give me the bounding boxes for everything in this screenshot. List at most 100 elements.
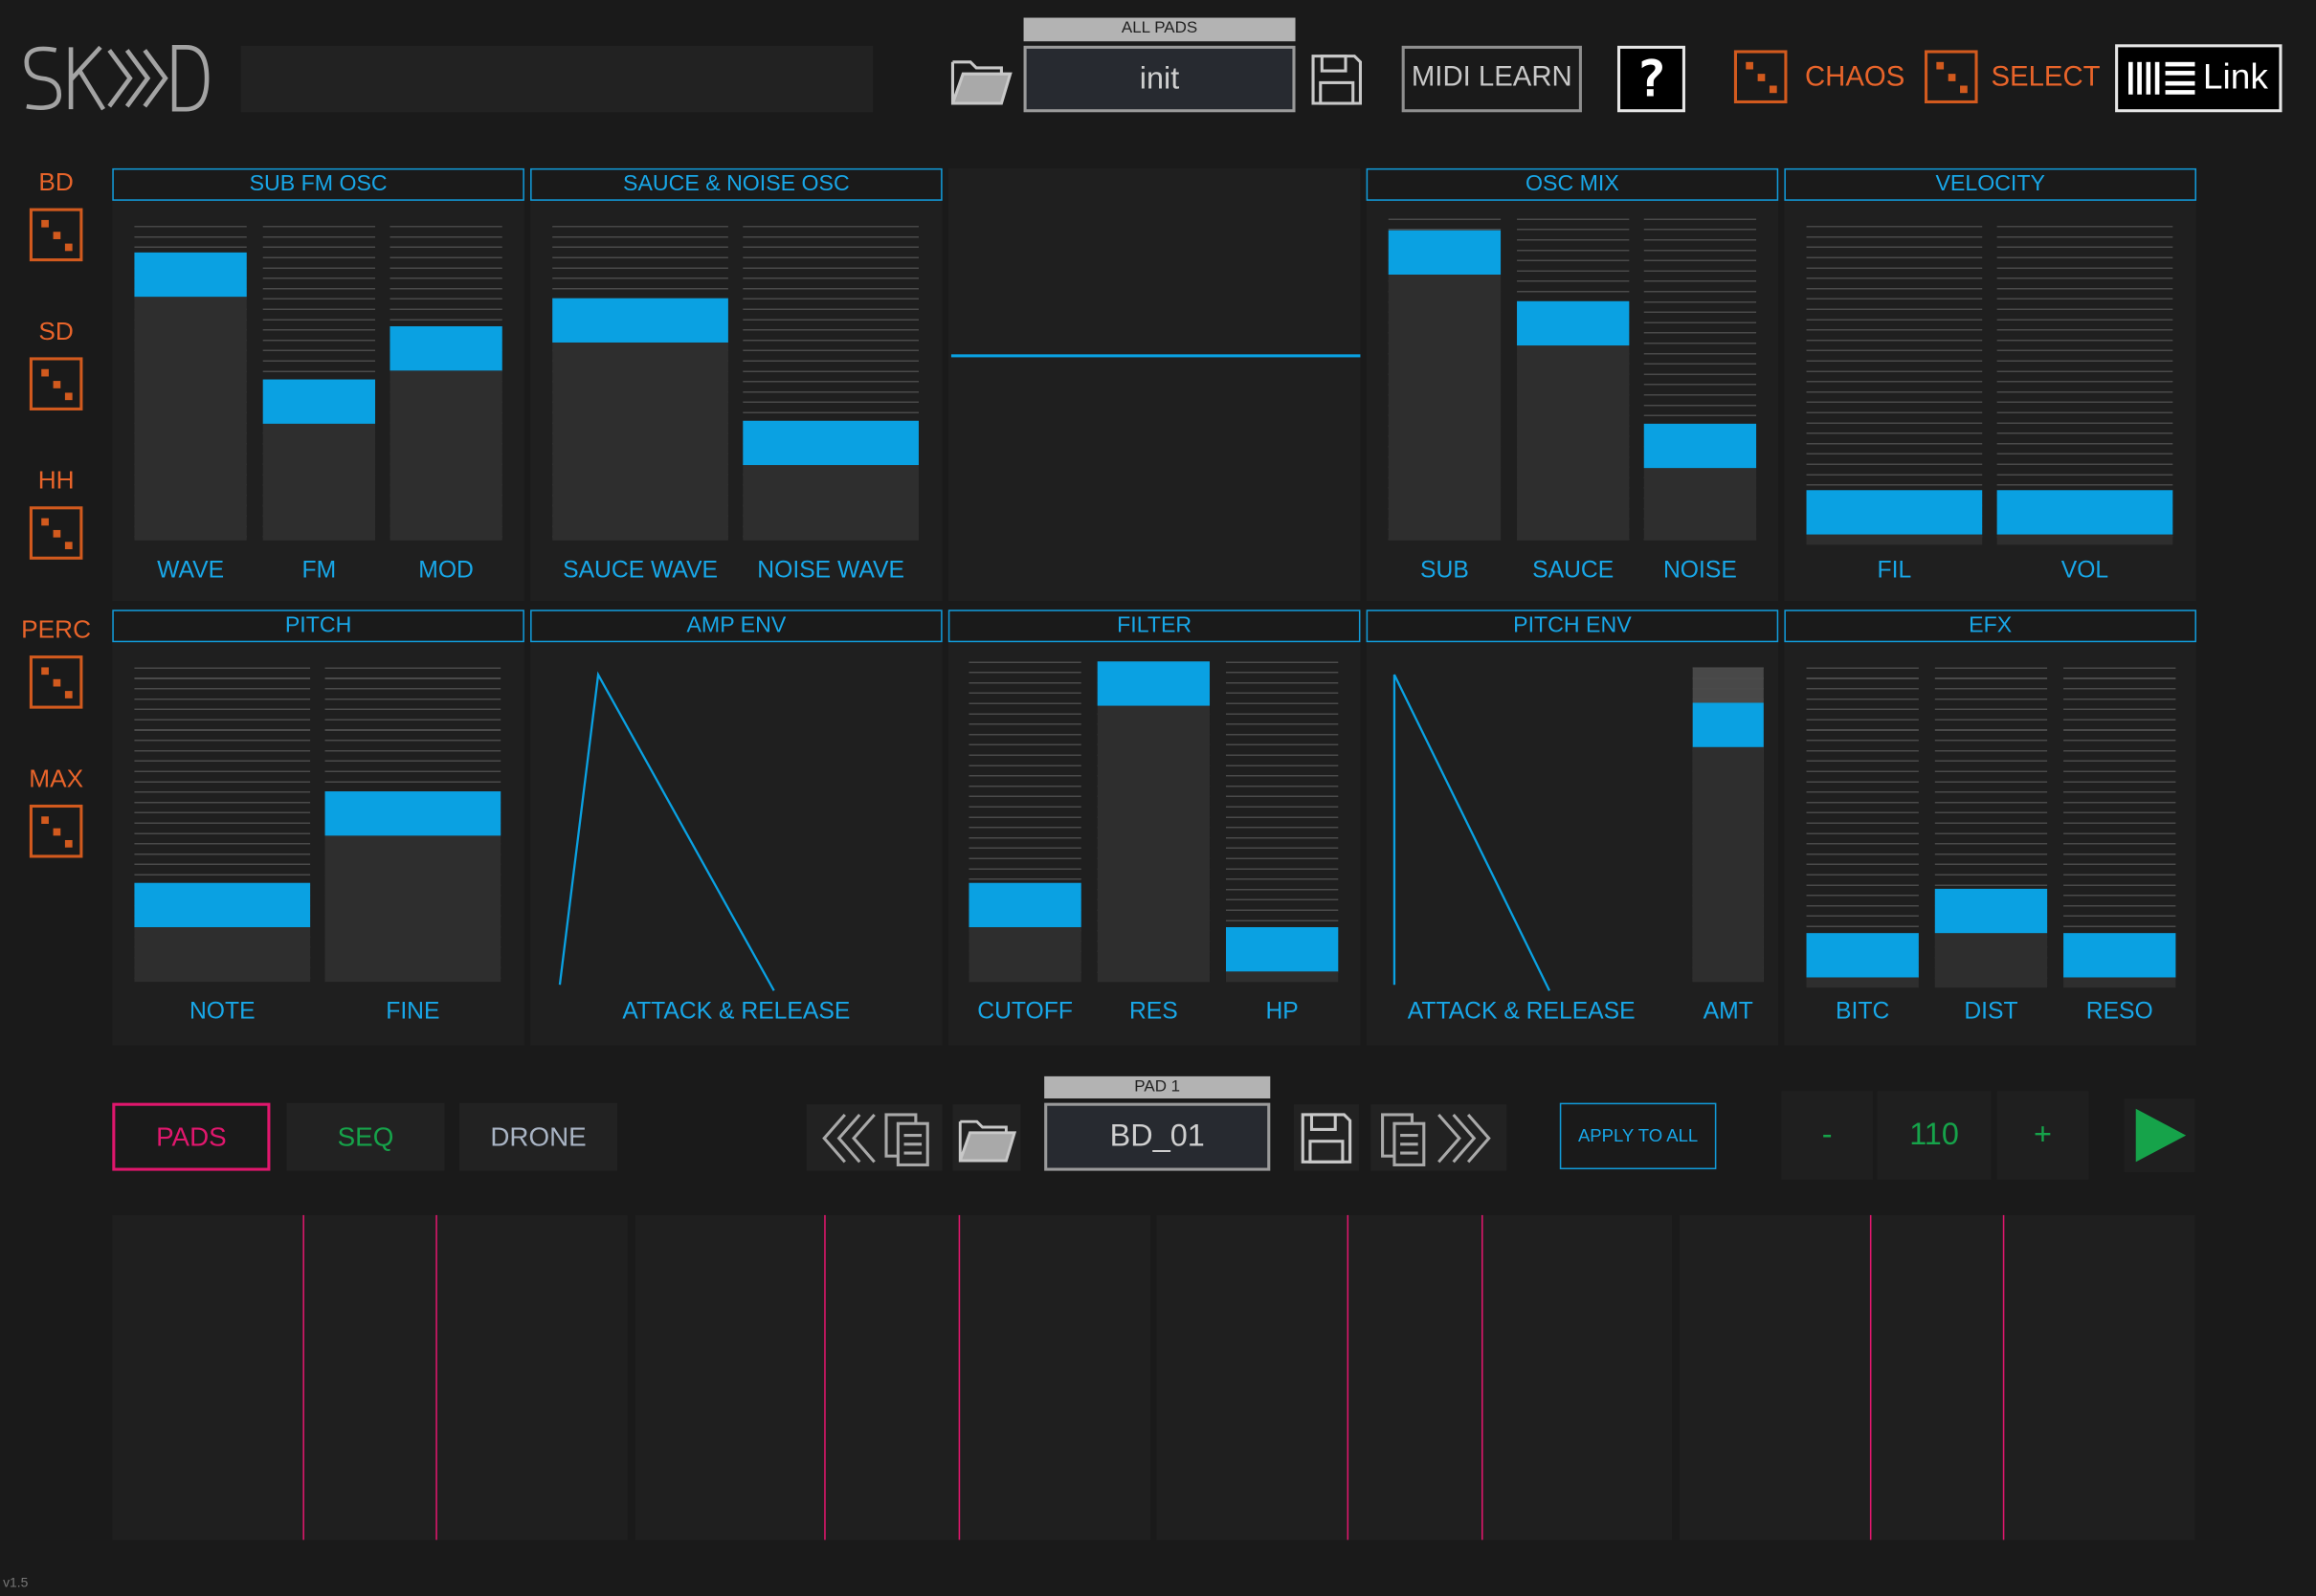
link-bars-icon	[2128, 61, 2196, 95]
slider-handle[interactable]	[552, 299, 728, 344]
sub-fm-osc-wave-slider[interactable]	[134, 226, 247, 541]
slider-handle[interactable]	[324, 791, 501, 836]
play-button[interactable]	[2124, 1098, 2195, 1173]
sd-dice-icon[interactable]	[29, 357, 83, 410]
slider-handle[interactable]	[134, 883, 311, 928]
pitch-envelope-graph[interactable]	[1387, 666, 1682, 994]
skid-logo	[24, 45, 210, 112]
tempo-decrease-button[interactable]: -	[1781, 1091, 1873, 1180]
prev-pad-icon[interactable]	[815, 1108, 883, 1167]
pad-marker	[958, 1214, 961, 1541]
sidebar-item-bd[interactable]: BD	[0, 168, 112, 198]
slider-handle[interactable]	[1097, 661, 1211, 706]
slider-handle[interactable]	[1643, 424, 1757, 469]
pitch-env-title: PITCH ENV	[1366, 610, 1779, 643]
sidebar-item-sd[interactable]: SD	[0, 318, 112, 347]
velocity-title: VELOCITY	[1784, 167, 2196, 201]
filter-hp-slider[interactable]	[1225, 661, 1339, 983]
perc-dice-icon[interactable]	[29, 655, 83, 709]
slider-label: NOISE	[1662, 558, 1737, 584]
osc-mix-sub-slider[interactable]	[1388, 218, 1502, 541]
save-kit-button[interactable]	[1305, 49, 1368, 111]
pad-name-field[interactable]: BD_01	[1044, 1102, 1271, 1171]
bd-dice-icon[interactable]	[29, 208, 83, 262]
slider-handle[interactable]	[1934, 888, 2048, 933]
pitch-title: PITCH	[112, 610, 524, 643]
slider-label: FINE	[386, 999, 440, 1025]
folder-icon	[950, 60, 1013, 105]
slider-handle[interactable]	[390, 325, 502, 370]
play-icon	[2135, 1108, 2187, 1163]
osc-mix-noise-slider[interactable]	[1643, 218, 1757, 541]
tab-seq[interactable]: SEQ	[286, 1102, 445, 1171]
tempo-increase-button[interactable]: +	[1996, 1091, 2089, 1180]
sub-fm-osc-fm-slider[interactable]	[262, 226, 376, 541]
paste-next-group	[1370, 1104, 1507, 1171]
slider-handle[interactable]	[2063, 932, 2176, 977]
sidebar-item-perc[interactable]: PERC	[0, 615, 112, 645]
slider-handle[interactable]	[1996, 489, 2173, 534]
amp-env-label: ATTACK & RELEASE	[622, 999, 851, 1025]
pitch-env-amt-slider[interactable]	[1692, 667, 1764, 983]
sidebar-item-max[interactable]: MAX	[0, 765, 112, 794]
pitch-env-label: ATTACK & RELEASE	[1407, 999, 1636, 1025]
midi-learn-button[interactable]: MIDI LEARN	[1401, 45, 1582, 113]
tab-pads[interactable]: PADS	[112, 1102, 271, 1171]
help-button[interactable]: ?	[1616, 45, 1685, 113]
pad-marker	[824, 1214, 826, 1541]
chaos-dice-icon[interactable]	[1733, 50, 1788, 104]
slider-handle[interactable]	[1225, 926, 1339, 971]
slider-handle[interactable]	[743, 420, 919, 465]
slider-handle[interactable]	[1806, 932, 1919, 977]
ableton-link-button[interactable]: Link	[2115, 44, 2283, 113]
copy-pad-icon[interactable]	[883, 1108, 933, 1167]
amp-envelope-graph[interactable]	[551, 666, 928, 994]
sauce-noise-osc-noise-wave-slider[interactable]	[743, 226, 919, 541]
slider-handle[interactable]	[1517, 301, 1630, 346]
slider-handle[interactable]	[1388, 229, 1502, 275]
pad-marker	[1869, 1214, 1872, 1541]
pad-marker	[2002, 1214, 2005, 1541]
efx-reso-slider[interactable]	[2063, 667, 2176, 988]
paste-pad-icon[interactable]	[1380, 1108, 1430, 1167]
slider-label: MOD	[418, 558, 474, 584]
pad-group-4[interactable]	[1679, 1214, 2195, 1541]
open-pad-button[interactable]	[952, 1104, 1021, 1171]
slider-handle[interactable]	[1692, 702, 1764, 747]
slider-fill	[1097, 661, 1211, 983]
slider-handle[interactable]	[262, 380, 376, 425]
kit-name-field[interactable]: init	[1023, 45, 1296, 113]
pitch-note-slider[interactable]	[134, 667, 311, 983]
chaos-label[interactable]: CHAOS	[1805, 62, 1904, 95]
tempo-value[interactable]: 110	[1877, 1091, 1992, 1180]
tab-drone[interactable]: DRONE	[458, 1102, 618, 1171]
next-pad-icon[interactable]	[1430, 1108, 1498, 1167]
slider-label: HP	[1265, 999, 1299, 1025]
hh-dice-icon[interactable]	[29, 506, 83, 560]
pad-group-1[interactable]	[112, 1214, 628, 1541]
apply-to-all-button[interactable]: APPLY TO ALL	[1559, 1102, 1717, 1170]
osc-mix-sauce-slider[interactable]	[1517, 218, 1630, 541]
select-dice-icon[interactable]	[1925, 50, 1978, 104]
open-kit-button[interactable]	[946, 49, 1016, 111]
sauce-noise-osc-sauce-wave-slider[interactable]	[552, 226, 728, 541]
filter-cutoff-slider[interactable]	[969, 661, 1081, 983]
velocity-vol-slider[interactable]	[1996, 226, 2173, 545]
pad-group-2[interactable]	[635, 1214, 1151, 1541]
slider-handle[interactable]	[1806, 489, 1983, 534]
save-pad-button[interactable]	[1293, 1104, 1359, 1171]
all-pads-caption: ALL PADS	[1023, 17, 1296, 42]
sub-fm-osc-mod-slider[interactable]	[390, 226, 502, 541]
slider-handle[interactable]	[969, 882, 1081, 927]
velocity-fil-slider[interactable]	[1806, 226, 1983, 545]
sidebar-item-hh[interactable]: HH	[0, 467, 112, 497]
efx-dist-slider[interactable]	[1934, 667, 2048, 988]
pitch-fine-slider[interactable]	[324, 667, 501, 983]
slider-handle[interactable]	[134, 253, 247, 298]
select-label[interactable]: SELECT	[1991, 62, 2100, 95]
filter-res-slider[interactable]	[1097, 661, 1211, 983]
max-dice-icon[interactable]	[29, 804, 83, 858]
efx-bitc-slider[interactable]	[1806, 667, 1919, 988]
folder-icon	[958, 1119, 1017, 1162]
pad-group-3[interactable]	[1156, 1214, 1673, 1541]
